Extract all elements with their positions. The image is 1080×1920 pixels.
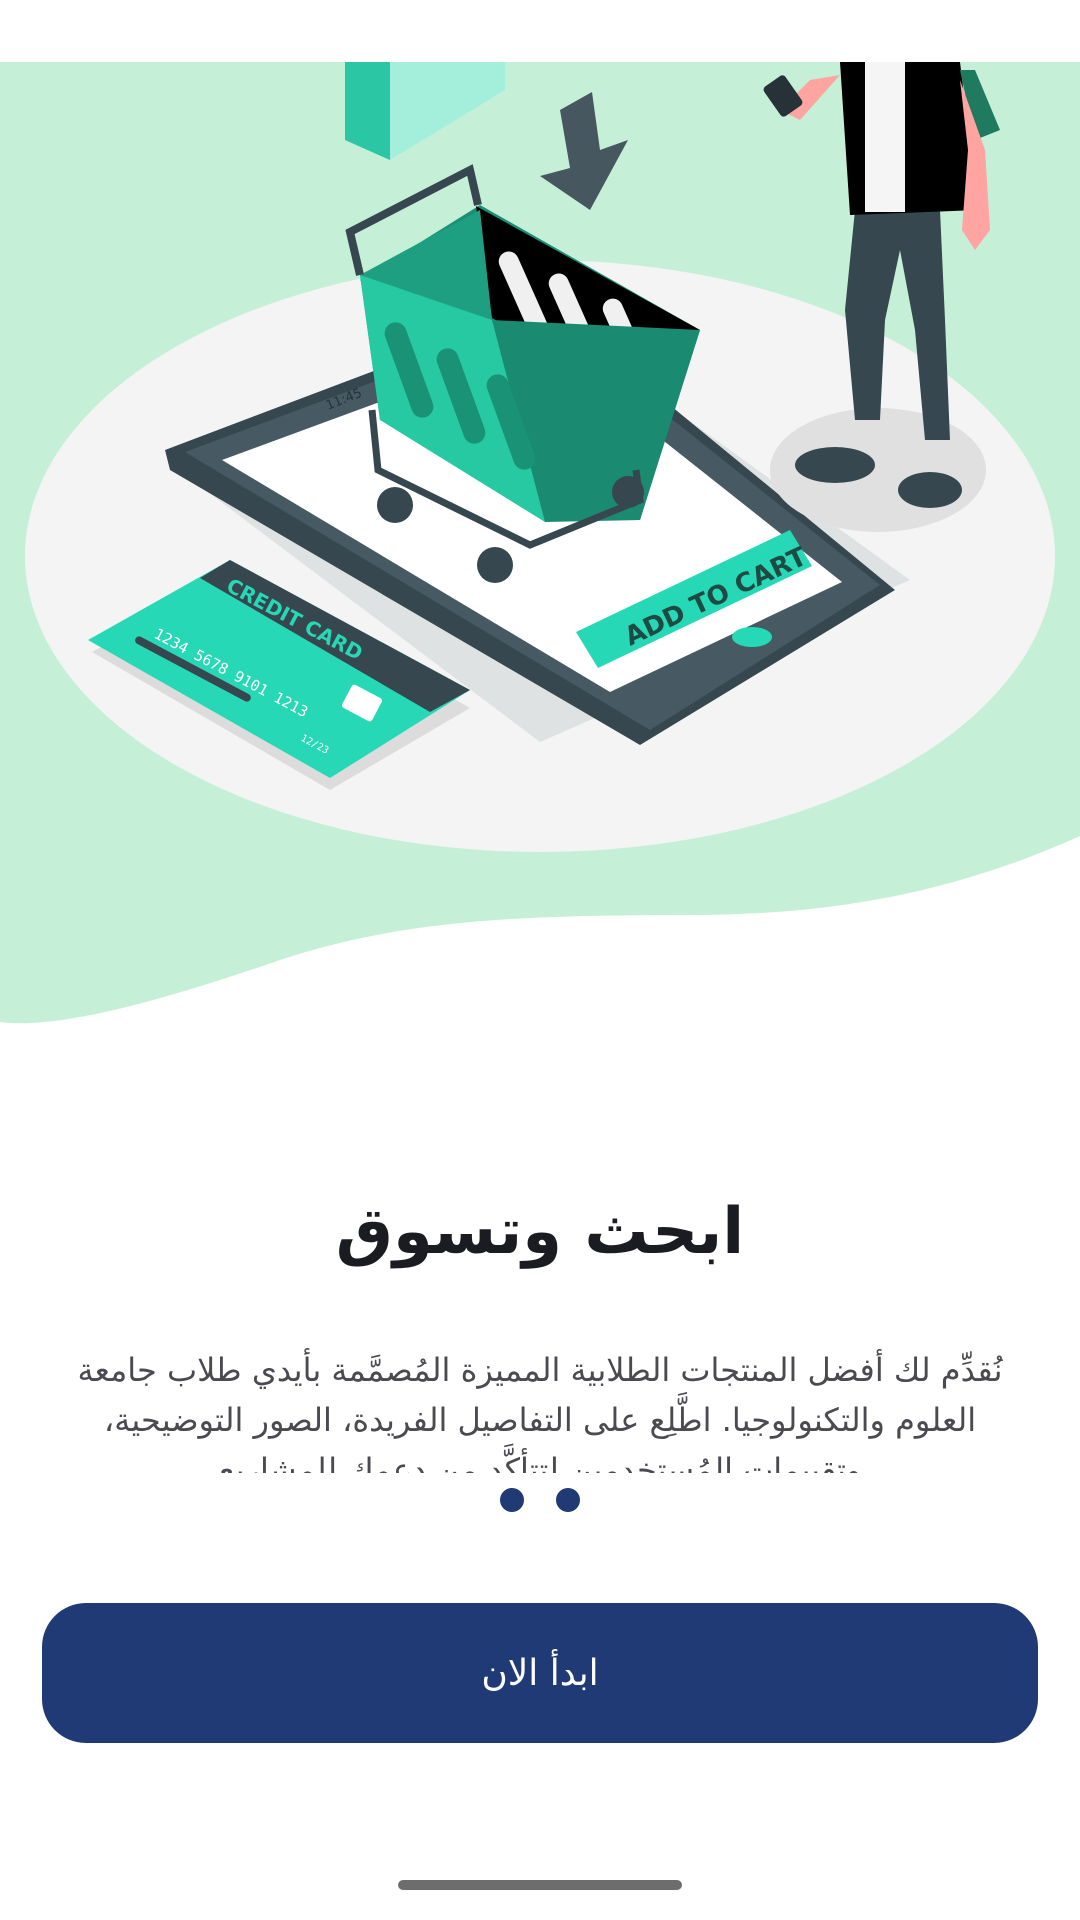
page-indicator	[0, 1488, 1080, 1512]
start-now-button[interactable]: ابدأ الان	[42, 1603, 1038, 1743]
page-indicator-dot[interactable]	[556, 1488, 580, 1512]
onboarding-description: نُقدِّم لك أفضل المنتجات الطلابية المميز…	[77, 1351, 1003, 1473]
onboarding-title: ابحث وتسوق	[335, 1195, 745, 1269]
onboarding-description-container: نُقدِّم لك أفضل المنتجات الطلابية المميز…	[60, 1345, 1020, 1473]
onboarding-illustration: 11:45 ADD TO CART CREDIT CARD 1234 5678 …	[0, 0, 1080, 1040]
page-indicator-dot[interactable]	[500, 1488, 524, 1512]
home-indicator[interactable]	[398, 1880, 682, 1890]
